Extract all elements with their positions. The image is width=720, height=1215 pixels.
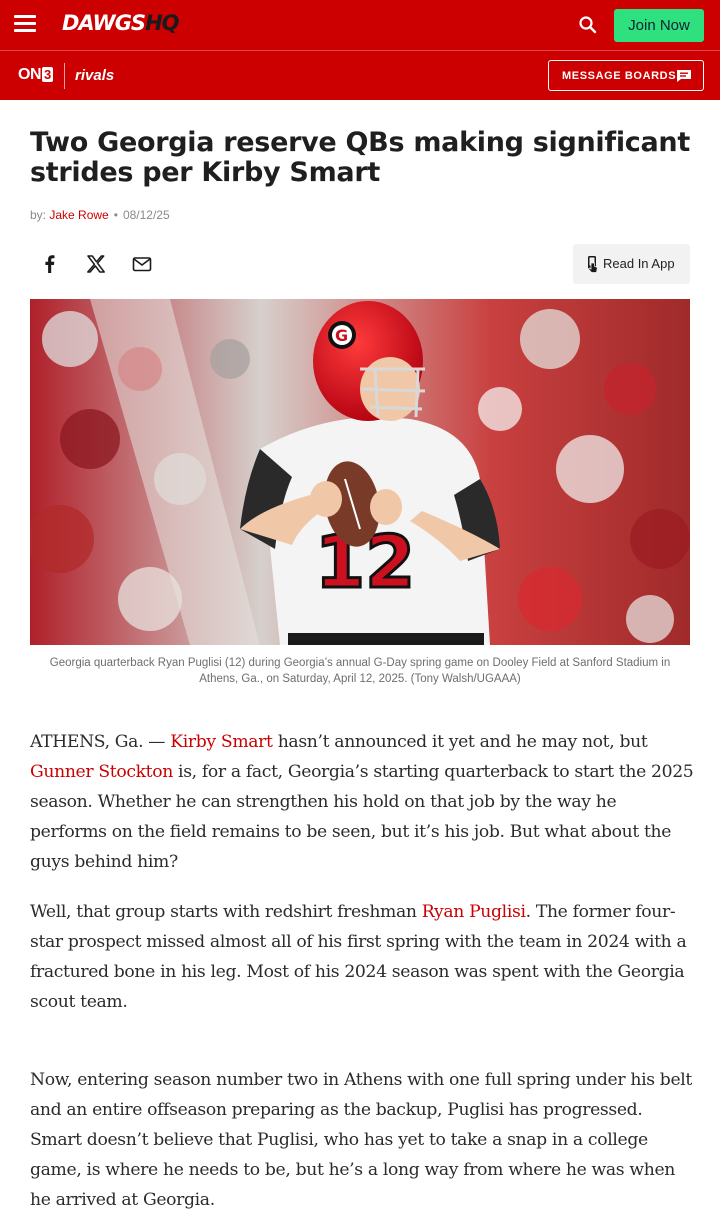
- logo-hq: HQ: [145, 11, 179, 35]
- message-boards-button[interactable]: MESSAGE BOARDS: [548, 60, 704, 91]
- facebook-icon[interactable]: [38, 252, 62, 276]
- on3-logo[interactable]: ON 3: [18, 66, 53, 84]
- on3-number: 3: [42, 67, 53, 82]
- p1-text-b: hasn’t announced it yet and he may not, …: [272, 732, 648, 752]
- read-in-app-label: Read In App: [603, 256, 675, 271]
- byline-separator: •: [113, 208, 118, 222]
- byline: by: Jake Rowe • 08/12/25: [30, 208, 170, 222]
- logo-divider: [64, 63, 65, 89]
- p1-text-a: ATHENS, Ga. —: [30, 732, 171, 752]
- email-icon[interactable]: [130, 252, 154, 276]
- article-title: Two Georgia reserve QBs making significa…: [30, 127, 690, 188]
- article-hero-image[interactable]: 12 G: [30, 299, 690, 645]
- author-link[interactable]: Jake Rowe: [49, 208, 108, 222]
- ryan-puglisi-link[interactable]: Ryan Puglisi: [422, 902, 526, 922]
- x-icon[interactable]: [84, 252, 108, 276]
- article-paragraph-3: Now, entering season number two in Athen…: [30, 1070, 692, 1210]
- logo-dawgs: DAWGS: [62, 11, 146, 35]
- image-caption: Georgia quarterback Ryan Puglisi (12) du…: [49, 657, 671, 685]
- message-boards-label: MESSAGE BOARDS: [562, 70, 677, 82]
- on3-text: ON: [18, 66, 42, 83]
- site-logo[interactable]: DAWGSHQ: [62, 11, 180, 35]
- search-icon[interactable]: [578, 15, 598, 35]
- article-paragraph-1: ATHENS, Ga. — Kirby Smart hasn’t announc…: [30, 727, 694, 877]
- network-bar: ON 3 rivals MESSAGE BOARDS: [0, 50, 720, 100]
- byline-prefix: by:: [30, 208, 47, 222]
- read-in-app-button[interactable]: Read In App: [573, 244, 690, 284]
- chat-icon: [677, 70, 691, 82]
- top-bar: DAWGSHQ Join Now: [0, 0, 720, 50]
- rivals-logo[interactable]: rivals: [75, 67, 114, 84]
- phone-tap-icon: [587, 256, 598, 273]
- gunner-stockton-link[interactable]: Gunner Stockton: [30, 762, 173, 782]
- kirby-smart-link[interactable]: Kirby Smart: [170, 732, 273, 752]
- article-paragraph-2: Well, that group starts with redshirt fr…: [30, 897, 694, 1017]
- publish-date: 08/12/25: [122, 208, 170, 222]
- hamburger-icon[interactable]: [14, 15, 36, 33]
- join-now-button[interactable]: Join Now: [614, 9, 704, 42]
- svg-text:G: G: [335, 326, 348, 345]
- p2-text-a: Well, that group starts with redshirt fr…: [30, 902, 422, 922]
